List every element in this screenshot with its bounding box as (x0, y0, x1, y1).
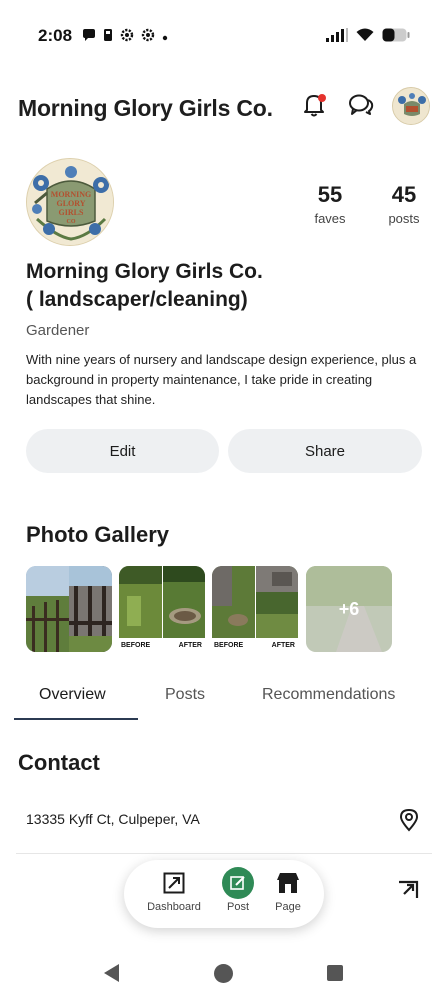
business-name-line-2: ( landscaper/cleaning) (26, 288, 248, 311)
stat-faves-label: faves (314, 211, 346, 226)
battery-saver-icon (103, 28, 113, 45)
after-label: AFTER (178, 642, 202, 649)
stat-posts-label: posts (388, 211, 420, 226)
tab-recommendations[interactable]: Recommendations (262, 686, 395, 704)
gallery-photo-3[interactable]: BEFORE AFTER (212, 566, 298, 652)
logo-lettering: MORNING (51, 190, 91, 199)
settings-gear-icon (120, 28, 134, 45)
nav-page[interactable]: Page (268, 868, 308, 913)
chat-bubble-icon (82, 28, 96, 45)
nav-post[interactable]: Post (218, 867, 258, 913)
account-avatar[interactable] (392, 87, 430, 125)
status-notification-icons (82, 28, 168, 45)
svg-text:GIRLS: GIRLS (59, 208, 84, 217)
before-label-2: BEFORE (214, 642, 244, 649)
photo-gallery-title: Photo Gallery (26, 522, 170, 547)
stat-posts-value: 45 (391, 182, 417, 207)
back-icon[interactable] (104, 964, 119, 982)
bottom-nav: Dashboard Post Page (124, 860, 324, 928)
gallery-photo-1[interactable] (26, 566, 112, 652)
status-time: 2:08 (38, 26, 73, 45)
messages-button[interactable] (344, 90, 378, 124)
status-bar: 2:08 (0, 0, 448, 70)
recent-apps-icon[interactable] (327, 965, 343, 981)
active-tab-indicator (14, 718, 138, 720)
after-label-2: AFTER (271, 642, 295, 649)
stat-faves-value: 55 (317, 182, 343, 207)
divider (16, 853, 432, 854)
system-navigation-bar (0, 952, 448, 1000)
nav-post-label: Post (226, 901, 249, 913)
nav-page-label: Page (275, 901, 301, 913)
gallery-more[interactable]: +6 (306, 566, 392, 652)
share-button[interactable]: Share (228, 429, 422, 473)
battery-icon (382, 28, 410, 47)
profile-tabs: Overview Posts Recommendations (0, 676, 448, 722)
nav-dashboard-label: Dashboard (147, 901, 201, 913)
svg-text:GLORY: GLORY (56, 199, 85, 208)
business-name-line-1: Morning Glory Girls Co. (26, 260, 263, 283)
before-label: BEFORE (121, 642, 151, 649)
page-title: Morning Glory Girls Co. (18, 95, 273, 121)
open-external-icon[interactable] (396, 878, 420, 902)
business-name: Morning Glory Girls Co. ( landscaper/cle… (26, 258, 426, 314)
contact-title: Contact (18, 750, 100, 775)
tab-posts[interactable]: Posts (165, 686, 205, 704)
nav-dashboard[interactable]: Dashboard (142, 868, 206, 913)
wifi-icon (356, 28, 374, 47)
profile-avatar[interactable]: MORNING GLORY GIRLS CO (26, 158, 114, 246)
status-system-icons (326, 28, 410, 47)
contact-address[interactable]: 13335 Kyff Ct, Culpeper, VA (26, 811, 200, 827)
chat-bubbles-icon (348, 93, 374, 122)
edit-icon (222, 867, 254, 899)
gallery-more-count: +6 (338, 598, 360, 619)
tab-overview[interactable]: Overview (39, 686, 106, 704)
dashboard-icon (142, 868, 206, 898)
location-pin-icon[interactable] (398, 808, 420, 832)
notifications-button[interactable] (297, 90, 331, 124)
stat-faves[interactable]: 55 faves (306, 182, 354, 226)
signal-icon (326, 28, 348, 47)
storefront-icon (268, 868, 308, 898)
gallery-photo-2[interactable]: BEFORE AFTER (119, 566, 205, 652)
app-header: Morning Glory Girls Co. (0, 82, 448, 134)
business-category: Gardener (26, 322, 90, 339)
notification-badge (318, 94, 326, 102)
stat-posts[interactable]: 45 posts (380, 182, 428, 226)
settings-gear-icon-2 (141, 28, 155, 45)
svg-text:CO: CO (67, 219, 76, 225)
edit-button[interactable]: Edit (26, 429, 219, 473)
dot-icon (162, 30, 168, 44)
home-icon[interactable] (214, 964, 233, 983)
business-bio: With nine years of nursery and landscape… (26, 352, 417, 407)
